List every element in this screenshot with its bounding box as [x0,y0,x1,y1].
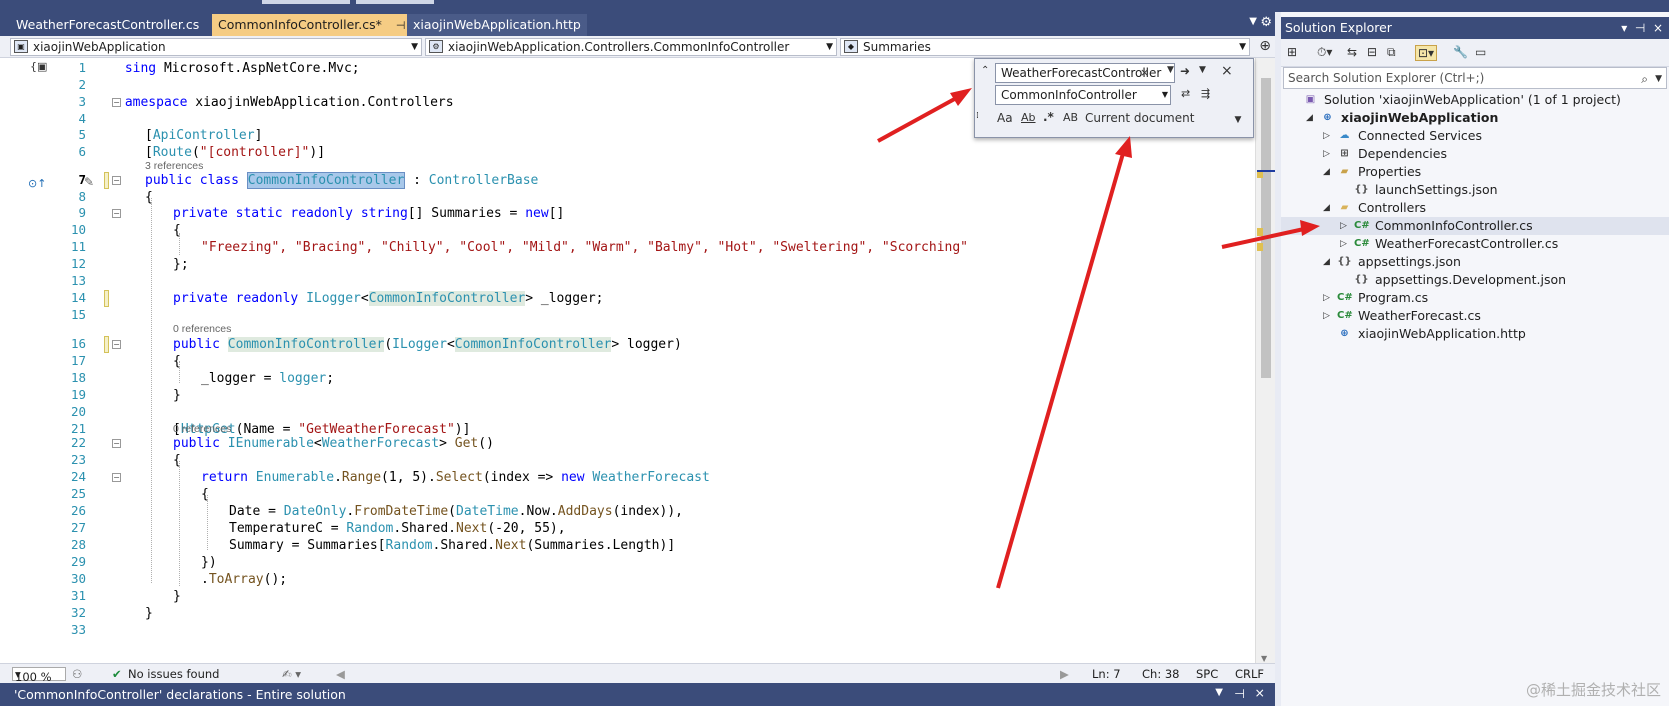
watermark: @稀土掘金技术社区 [1525,681,1661,699]
annotation-arrows [877,88,1320,589]
annotation-arrow-replace [996,136,1132,589]
annotation-arrow-find [877,88,972,143]
annotation-arrow-file [1221,220,1320,249]
